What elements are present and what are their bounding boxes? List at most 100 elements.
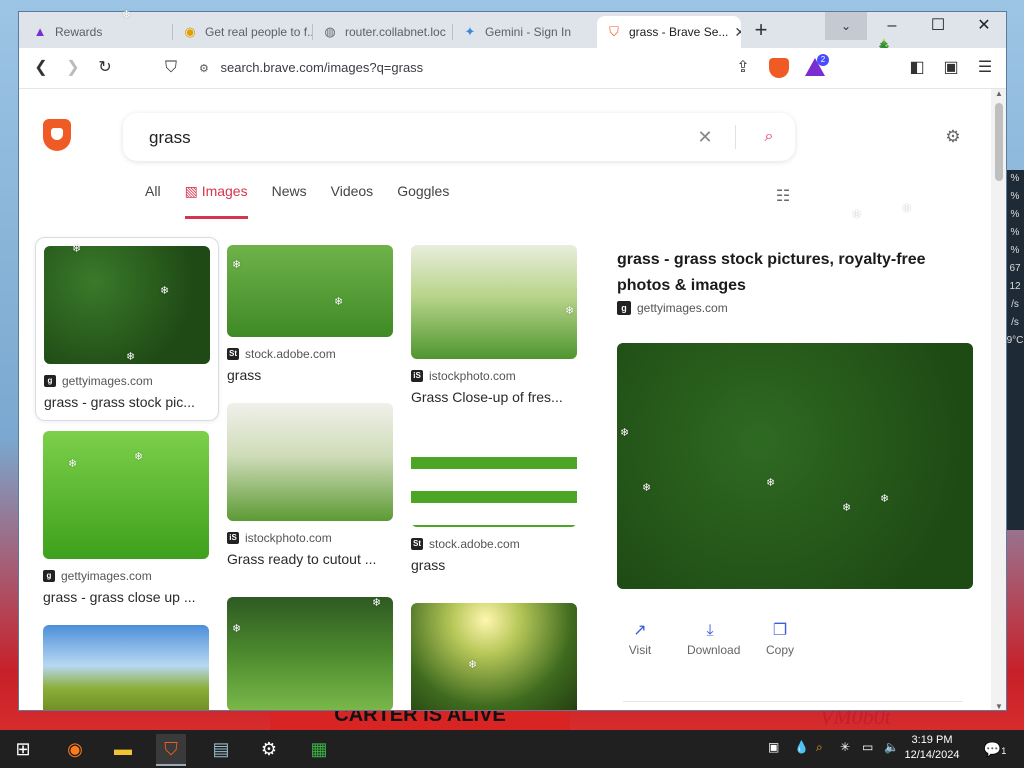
result-thumbnail[interactable] xyxy=(43,625,209,710)
file-explorer-icon[interactable]: ▬ xyxy=(108,734,138,764)
settings-taskbar-icon[interactable]: ⚙ xyxy=(254,734,284,764)
sidebar-toggle-icon[interactable]: ◧ xyxy=(905,56,929,80)
search-icon[interactable]: ⌕ xyxy=(757,125,781,149)
close-tab-icon[interactable]: ✕ xyxy=(728,24,741,41)
page-content: ✕ ⌕ ⚙ All ▧ Images News Videos Goggles ☷… xyxy=(19,89,991,710)
result-source: iS istockphoto.com xyxy=(227,531,332,545)
scroll-down-icon[interactable]: ▼ xyxy=(991,702,1006,710)
windows-start-icon[interactable]: ⊞ xyxy=(8,734,38,764)
remote-desktop-icon[interactable]: ▤ xyxy=(206,734,236,764)
brave-rewards-icon[interactable]: 2 xyxy=(805,54,829,78)
image-result[interactable] xyxy=(411,603,577,710)
nav-all[interactable]: All xyxy=(145,183,161,219)
monitor-value: % xyxy=(1010,173,1020,184)
clock-date: 12/14/2024 xyxy=(904,749,960,761)
minimize-icon[interactable]: – xyxy=(869,12,915,40)
nav-images[interactable]: ▧ Images xyxy=(184,183,248,219)
detail-source[interactable]: g gettyimages.com xyxy=(617,301,728,315)
share-icon[interactable]: ⇪ xyxy=(731,56,755,80)
tab-rewards[interactable]: ▲ Rewards xyxy=(23,16,173,48)
back-icon[interactable]: ❮ xyxy=(29,56,53,80)
tab-get-real-people[interactable]: ◉ Get real people to f... xyxy=(173,16,313,48)
nav-videos[interactable]: Videos xyxy=(331,183,374,219)
settings-gear-icon[interactable]: ⚙ xyxy=(941,125,965,149)
search-input[interactable] xyxy=(147,125,671,151)
rewards-badge: 2 xyxy=(817,54,829,66)
image-result[interactable] xyxy=(227,597,393,710)
tab-search-chevron-icon[interactable]: ⌄ xyxy=(825,12,867,40)
wallet-icon[interactable]: ▣ xyxy=(939,56,963,80)
snowflake-icon: ❄ xyxy=(902,203,912,215)
download-icon: ⤓ xyxy=(706,622,714,639)
tray-drop-icon[interactable]: 💧 xyxy=(794,740,809,754)
tray-app-icon[interactable]: ▣ xyxy=(768,740,779,754)
reload-icon[interactable]: ↻ xyxy=(93,56,117,80)
tab-label: router.collabnet.loc xyxy=(345,25,446,39)
snowflake-icon: ❄ xyxy=(766,477,776,489)
tray-search-icon[interactable]: ⌕ xyxy=(816,740,823,755)
tab-grass-search[interactable]: ⛉ grass - Brave Se... ✕ xyxy=(597,16,741,48)
volume-mute-icon[interactable]: 🔈 xyxy=(884,740,899,754)
brave-shields-icon[interactable] xyxy=(769,58,789,78)
result-source: iS istockphoto.com xyxy=(411,369,516,383)
search-box: ✕ ⌕ xyxy=(123,113,795,161)
close-window-icon[interactable]: ✕ xyxy=(961,12,1006,40)
site-info-icon[interactable]: ⚙ xyxy=(199,57,209,81)
result-thumbnail[interactable] xyxy=(43,431,209,559)
firefox-icon[interactable]: ◉ xyxy=(60,734,90,764)
address-bar[interactable]: ⚙ search.brave.com/images?q=grass xyxy=(199,56,759,80)
page-scrollbar[interactable]: ▲ ▼ xyxy=(991,89,1006,710)
clock[interactable]: 3:19 PM 12/14/2024 xyxy=(904,733,960,763)
snowflake-icon: ❄ xyxy=(126,351,136,363)
monitor-value: /s xyxy=(1011,299,1019,310)
filters-icon[interactable]: ☷ xyxy=(771,185,795,209)
result-thumbnail[interactable] xyxy=(411,603,577,710)
visit-button[interactable]: ↗ Visit xyxy=(617,619,663,657)
brave-shield-icon: ⛉ xyxy=(609,24,619,39)
menu-icon[interactable]: ☰ xyxy=(973,56,997,80)
result-thumbnail[interactable] xyxy=(227,245,393,337)
snowflake-icon: ❄ xyxy=(334,296,344,308)
image-result[interactable]: St stock.adobe.com grass xyxy=(227,245,393,393)
chrome-icon: ◉ xyxy=(184,24,196,39)
result-thumbnail[interactable] xyxy=(227,403,393,521)
tray-snow-icon[interactable]: ✳ xyxy=(840,740,850,754)
result-title: grass - grass stock pic... xyxy=(44,394,195,410)
download-button[interactable]: ⤓ Download xyxy=(687,619,740,657)
detail-preview-image[interactable] xyxy=(617,343,973,589)
tab-gemini[interactable]: ✦ Gemini - Sign In xyxy=(453,16,593,48)
external-link-icon: ↗ xyxy=(633,622,647,639)
image-result[interactable]: g gettyimages.com grass - grass stock pic… xyxy=(35,237,219,421)
maximize-icon[interactable]: ☐ xyxy=(915,12,961,40)
result-thumbnail[interactable] xyxy=(411,245,577,359)
scroll-thumb[interactable] xyxy=(995,103,1003,181)
result-thumbnail[interactable] xyxy=(44,246,210,364)
result-thumbnail[interactable] xyxy=(411,435,577,527)
nav-news[interactable]: News xyxy=(272,183,307,219)
store-icon[interactable]: ▦ xyxy=(304,734,334,764)
result-thumbnail[interactable] xyxy=(227,597,393,710)
rewards-icon: ▲ xyxy=(33,24,47,39)
result-title: grass xyxy=(227,367,262,383)
bookmark-icon[interactable]: ⛉ xyxy=(159,56,183,80)
forward-icon[interactable]: ❯ xyxy=(61,56,85,80)
image-result[interactable] xyxy=(43,625,209,710)
brave-taskbar-icon[interactable]: ⛉ xyxy=(156,734,186,766)
clear-search-icon[interactable]: ✕ xyxy=(693,125,717,149)
image-result[interactable]: iS istockphoto.com Grass Close-up of fres… xyxy=(411,245,577,415)
notifications-icon[interactable]: 💬1 xyxy=(982,736,1008,762)
tab-router[interactable]: ◍ router.collabnet.loc xyxy=(313,16,453,48)
copy-button[interactable]: ❐ Copy xyxy=(757,619,803,657)
snowflake-icon: ❄ xyxy=(620,427,630,439)
detail-actions: ↗ Visit ⤓ Download ❐ Copy xyxy=(617,619,803,657)
nav-goggles[interactable]: Goggles xyxy=(397,183,449,219)
image-icon: ▧ xyxy=(184,183,202,199)
brave-logo[interactable] xyxy=(43,119,71,151)
image-result[interactable]: St stock.adobe.com grass xyxy=(411,435,577,581)
scroll-up-icon[interactable]: ▲ xyxy=(991,89,1006,98)
network-icon[interactable]: ▭ xyxy=(862,740,873,754)
detail-title[interactable]: grass - grass stock pictures, royalty-fr… xyxy=(617,247,967,299)
image-result[interactable]: iS istockphoto.com Grass ready to cutout … xyxy=(227,403,393,581)
toolbar: ❮ ❯ ↻ ⛉ ⚙ search.brave.com/images?q=gras… xyxy=(19,48,1006,89)
new-tab-button[interactable]: + xyxy=(749,18,773,42)
